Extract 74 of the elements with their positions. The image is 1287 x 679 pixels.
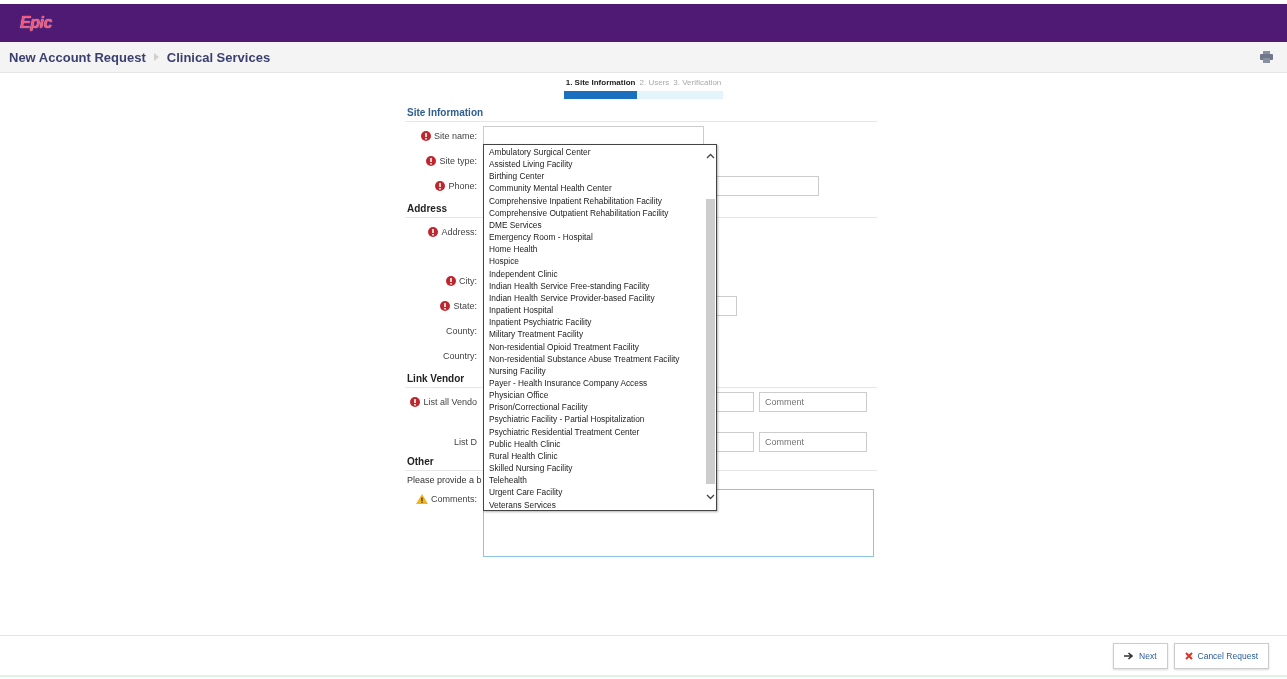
close-icon bbox=[1184, 651, 1193, 660]
instruction-text: Please provide a b bbox=[406, 475, 482, 487]
dropdown-option[interactable]: Psychiatric Residential Treatment Center bbox=[489, 425, 705, 438]
dropdown-option[interactable]: Telehealth bbox=[489, 474, 705, 487]
dropdown-option[interactable]: Birthing Center bbox=[489, 170, 705, 183]
dropdown-option[interactable]: Public Health Clinic bbox=[489, 437, 705, 450]
field-label: List D bbox=[454, 437, 477, 447]
dropdown-option[interactable]: Military Treatment Facility bbox=[489, 328, 705, 341]
required-icon bbox=[426, 156, 437, 166]
field-label: City: bbox=[459, 276, 477, 286]
required-icon bbox=[420, 131, 431, 141]
field-label: List all Vendo bbox=[423, 397, 477, 407]
breadcrumb-item[interactable]: Clinical Services bbox=[166, 49, 271, 65]
dropdown-option[interactable]: Community Mental Health Center bbox=[489, 182, 705, 195]
field-label: County: bbox=[445, 326, 477, 336]
dropdown-option[interactable]: Comprehensive Inpatient Rehabilitation Facility bbox=[489, 194, 705, 207]
section-title: Site Information bbox=[406, 106, 484, 120]
field-label: Country: bbox=[443, 351, 477, 361]
dropdown-option[interactable]: Non-residential Substance Abuse Treatment Facility bbox=[489, 352, 705, 365]
comment-input[interactable]: Comment bbox=[759, 392, 867, 412]
dropdown-option[interactable]: Payer - Health Insurance Company Access bbox=[489, 376, 705, 390]
dropdown-option[interactable]: Inpatient Hospital bbox=[489, 304, 705, 317]
section-title: Link Vendor bbox=[406, 372, 465, 386]
dropdown-option[interactable]: Veterans Services bbox=[489, 498, 705, 511]
dropdown-option[interactable]: Prison/Correctional Facility bbox=[489, 401, 705, 414]
comment-input[interactable]: Comment bbox=[759, 432, 867, 452]
field-label: Phone: bbox=[448, 181, 477, 191]
dropdown-option[interactable]: Indian Health Service Provider-based Facility bbox=[489, 291, 705, 305]
dropdown-option[interactable]: Physician Office bbox=[489, 389, 705, 402]
site-name-input[interactable] bbox=[483, 126, 704, 146]
dropdown-option[interactable]: Emergency Room - Hospital bbox=[489, 231, 705, 244]
breadcrumb-item[interactable]: New Account Request bbox=[9, 49, 146, 65]
dropdown-option[interactable]: Urgent Care Facility bbox=[489, 486, 705, 499]
scrollbar-thumb[interactable] bbox=[706, 199, 715, 484]
dropdown-option[interactable]: DME Services bbox=[489, 218, 705, 232]
dropdown-option[interactable]: Ambulatory Surgical Center bbox=[489, 146, 705, 159]
dropdown-option[interactable]: Comprehensive Outpatient Rehabilitation Facility bbox=[489, 206, 705, 219]
dropdown-option[interactable]: Nursing Facility bbox=[489, 364, 705, 377]
dropdown-option[interactable]: Non-residential Opioid Treatment Facility bbox=[489, 340, 705, 353]
field-label: Address: bbox=[441, 227, 477, 237]
section-title: Other bbox=[406, 455, 434, 469]
required-icon bbox=[440, 301, 451, 311]
section-title: Address bbox=[406, 202, 447, 216]
required-icon bbox=[428, 227, 439, 237]
dropdown-option[interactable]: Psychiatric Facility - Partial Hospitalization bbox=[489, 413, 705, 426]
dropdown-option[interactable]: Indian Health Service Free-standing Facility bbox=[489, 279, 705, 292]
cancel-request-button[interactable]: Cancel Request bbox=[1173, 642, 1269, 669]
dropdown-option[interactable]: Assisted Living Facility bbox=[489, 158, 705, 171]
field-label: Comments: bbox=[431, 494, 477, 504]
scrollbar[interactable] bbox=[705, 145, 716, 510]
scroll-down-icon[interactable] bbox=[706, 494, 715, 500]
dropdown-option[interactable]: Hospice bbox=[489, 255, 705, 268]
dropdown-option[interactable]: Independent Clinic bbox=[489, 267, 705, 280]
required-icon bbox=[446, 276, 456, 286]
next-button[interactable]: Next bbox=[1113, 642, 1168, 669]
dropdown-option[interactable]: Skilled Nursing Facility bbox=[489, 462, 705, 475]
dropdown-option[interactable]: Rural Health Clinic bbox=[489, 449, 705, 463]
scroll-up-icon[interactable] bbox=[706, 153, 715, 159]
warning-icon bbox=[416, 494, 428, 504]
step-label: 3. Verification bbox=[672, 77, 723, 88]
print-icon[interactable] bbox=[1260, 51, 1273, 63]
arrow-right-icon bbox=[1124, 651, 1135, 660]
step-label: 2. Users bbox=[638, 77, 671, 88]
dropdown-option[interactable]: Home Health bbox=[489, 243, 705, 256]
required-icon bbox=[410, 397, 421, 407]
step-label: 1. Site Information bbox=[564, 77, 637, 88]
dropdown-option[interactable]: Inpatient Psychiatric Facility bbox=[489, 316, 705, 329]
field-label: State: bbox=[453, 301, 477, 311]
site-type-dropdown-list[interactable] bbox=[483, 144, 717, 511]
required-icon bbox=[435, 181, 446, 191]
field-label: Site type: bbox=[439, 156, 477, 166]
chevron-right-icon bbox=[153, 53, 159, 61]
field-label: Site name: bbox=[433, 131, 477, 141]
app-logo: Epic bbox=[20, 14, 52, 32]
